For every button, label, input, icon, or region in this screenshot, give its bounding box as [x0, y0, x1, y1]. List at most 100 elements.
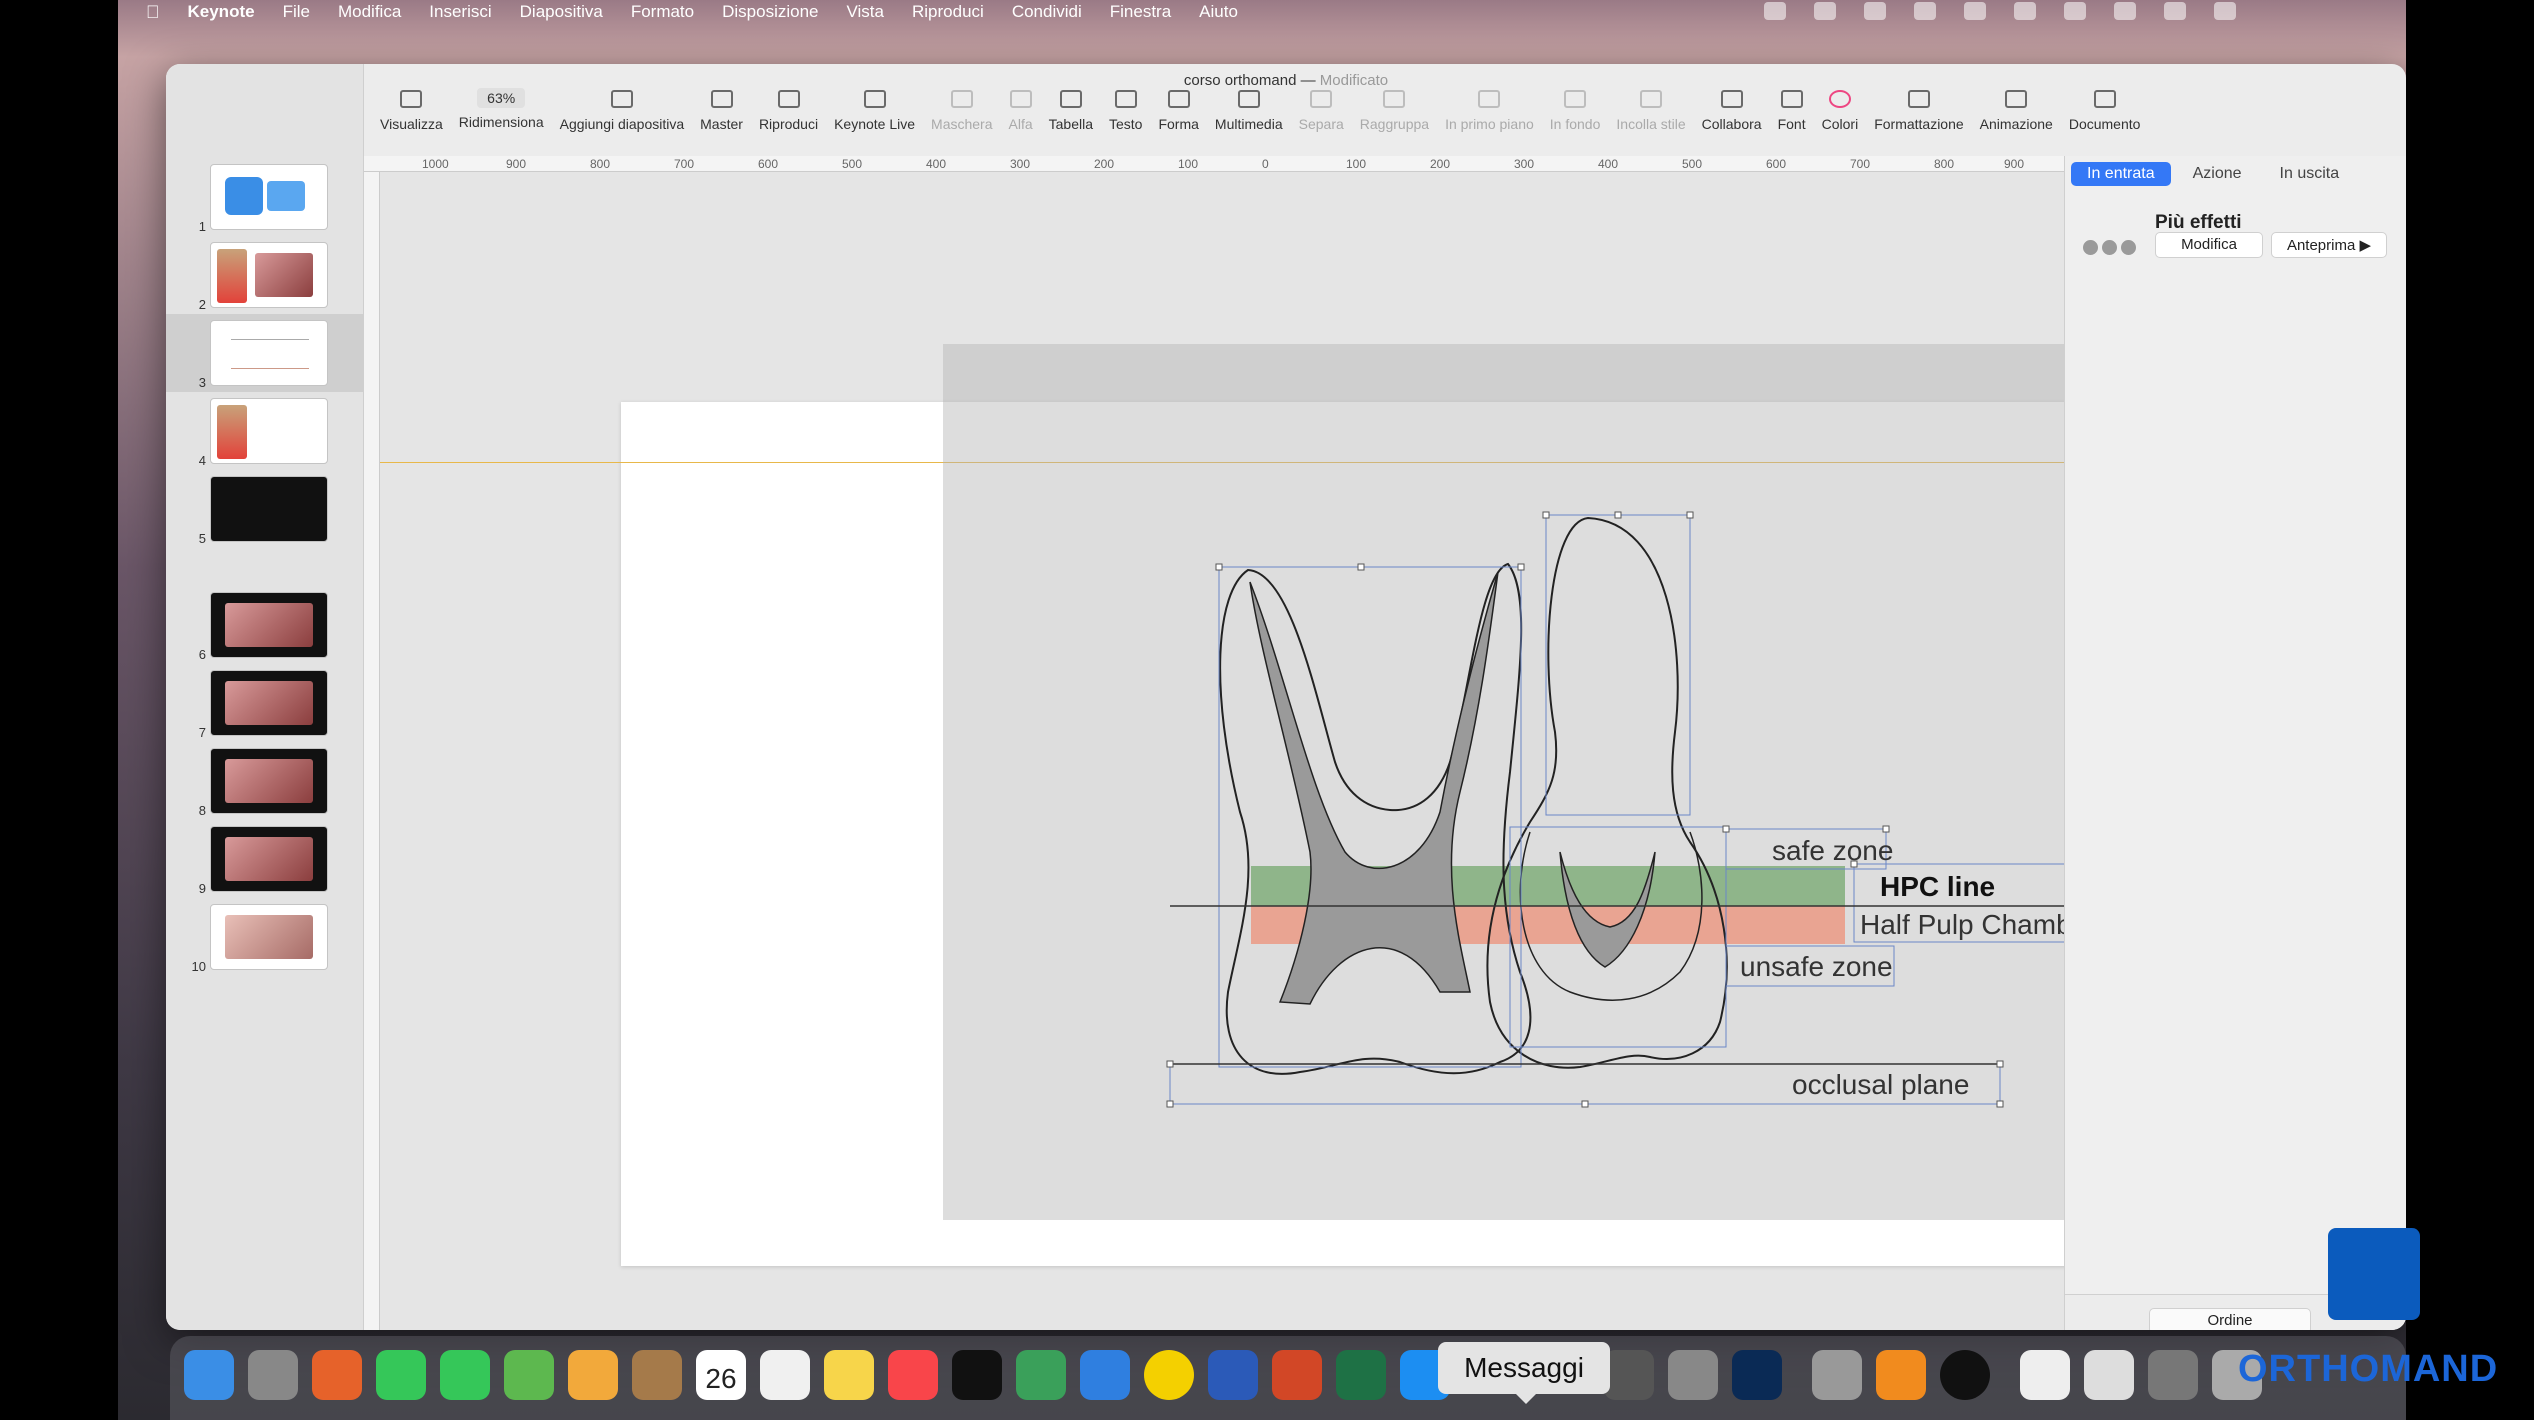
wifi-icon[interactable] — [2064, 2, 2086, 20]
preview-icon[interactable] — [1812, 1350, 1862, 1400]
menu-disposizione[interactable]: Disposizione — [722, 2, 818, 22]
contacts-icon[interactable] — [632, 1350, 682, 1400]
vlc-icon[interactable] — [1876, 1350, 1926, 1400]
status-icon[interactable] — [1914, 2, 1936, 20]
slide-thumbnail[interactable]: 2 — [166, 236, 364, 314]
menu-condividi[interactable]: Condividi — [1012, 2, 1082, 22]
keynote-icon[interactable] — [1080, 1350, 1130, 1400]
menu-finestra[interactable]: Finestra — [1110, 2, 1171, 22]
spotlight-icon[interactable] — [2114, 2, 2136, 20]
facetime-icon[interactable] — [376, 1350, 426, 1400]
slide-thumbnail[interactable]: 5 — [166, 470, 364, 548]
safe-zone-label[interactable]: safe zone — [1772, 835, 1893, 866]
modify-button[interactable]: Modifica — [2155, 232, 2263, 258]
half-pulp-chamber-label[interactable]: Half Pulp Chamber — [1860, 909, 2064, 940]
slide-thumbnail[interactable]: 1 — [166, 158, 364, 236]
occlusal-plane-label[interactable]: occlusal plane — [1792, 1069, 1969, 1100]
music-icon[interactable] — [888, 1350, 938, 1400]
font-button[interactable]: Font — [1770, 86, 1814, 144]
preview-button[interactable]: Anteprima ▶ — [2271, 232, 2387, 258]
powerpoint-icon[interactable] — [1272, 1350, 1322, 1400]
send-back-button[interactable]: In fondo — [1542, 86, 1609, 144]
control-center-icon[interactable] — [2164, 2, 2186, 20]
slide-thumbnail[interactable]: 4 — [166, 392, 364, 470]
firefox-icon[interactable] — [312, 1350, 362, 1400]
word-icon[interactable] — [1208, 1350, 1258, 1400]
photos-icon[interactable] — [568, 1350, 618, 1400]
slide-canvas[interactable]: safe zone HPC line Half Pulp Chamber uns… — [380, 172, 2155, 1330]
tab-build-out[interactable]: In uscita — [2264, 162, 2356, 186]
media-button[interactable]: Multimedia — [1207, 86, 1291, 144]
tab-action[interactable]: Azione — [2177, 162, 2258, 186]
slide-number: 4 — [198, 453, 206, 468]
mask-button[interactable]: Maschera — [923, 86, 1000, 144]
notes-icon[interactable] — [824, 1350, 874, 1400]
status-icon[interactable] — [1964, 2, 1986, 20]
text-button[interactable]: Testo — [1101, 86, 1150, 144]
menu-modifica[interactable]: Modifica — [338, 2, 401, 22]
collaborate-button[interactable]: Collabora — [1694, 86, 1770, 144]
view-button[interactable]: Visualizza — [372, 86, 451, 144]
slide-number: 3 — [198, 375, 206, 390]
scanner-icon[interactable] — [2148, 1350, 2198, 1400]
calendar-icon[interactable]: 26 — [696, 1350, 746, 1400]
menu-aiuto[interactable]: Aiuto — [1199, 2, 1238, 22]
menu-file[interactable]: File — [283, 2, 310, 22]
table-button[interactable]: Tabella — [1041, 86, 1101, 144]
system-app-icon[interactable] — [1604, 1350, 1654, 1400]
add-slide-button[interactable]: Aggiungi diapositiva — [552, 86, 693, 144]
document-button[interactable]: Documento — [2061, 86, 2149, 144]
order-button[interactable]: Ordine — [2149, 1308, 2311, 1330]
apple-tv-icon[interactable] — [952, 1350, 1002, 1400]
ungroup-button[interactable]: Separa — [1291, 86, 1352, 144]
finder-icon[interactable] — [184, 1350, 234, 1400]
bring-front-button[interactable]: In primo piano — [1437, 86, 1542, 144]
tab-build-in[interactable]: In entrata — [2071, 162, 2171, 186]
zoom-button[interactable]: 63% Ridimensiona — [451, 86, 552, 144]
alpha-button[interactable]: Alfa — [1001, 86, 1041, 144]
messages-icon[interactable] — [440, 1350, 490, 1400]
battery-icon[interactable] — [2014, 2, 2036, 20]
photoshop-icon[interactable] — [1732, 1350, 1782, 1400]
siri-icon[interactable] — [2214, 2, 2236, 20]
document-file-icon[interactable] — [2020, 1350, 2070, 1400]
menu-formato[interactable]: Formato — [631, 2, 694, 22]
group-button[interactable]: Raggruppa — [1352, 86, 1437, 144]
slide-thumbnail[interactable]: 8 — [166, 742, 364, 820]
dictionary-icon[interactable] — [1668, 1350, 1718, 1400]
launchpad-icon[interactable] — [248, 1350, 298, 1400]
slide-thumbnail-selected[interactable]: 3 — [166, 314, 364, 392]
colors-button[interactable]: Colori — [1814, 86, 1867, 144]
numbers-icon[interactable] — [1016, 1350, 1066, 1400]
shape-button[interactable]: Forma — [1150, 86, 1206, 144]
menu-diapositiva[interactable]: Diapositiva — [520, 2, 603, 22]
paste-style-button[interactable]: Incolla stile — [1608, 86, 1693, 144]
slide-thumbnail[interactable]: 10 — [166, 898, 364, 976]
slide-thumbnail[interactable]: 9 — [166, 820, 364, 898]
excel-icon[interactable] — [1336, 1350, 1386, 1400]
obs-icon[interactable] — [1940, 1350, 1990, 1400]
menu-vista[interactable]: Vista — [847, 2, 885, 22]
folder-icon[interactable] — [2084, 1350, 2134, 1400]
slide-thumbnail[interactable]: 7 — [166, 664, 364, 742]
reminders-icon[interactable] — [760, 1350, 810, 1400]
master-button[interactable]: Master — [692, 86, 751, 144]
arrow-app-icon[interactable] — [1144, 1350, 1194, 1400]
dropbox-icon[interactable] — [1814, 2, 1836, 20]
menu-inserisci[interactable]: Inserisci — [429, 2, 491, 22]
apple-menu-icon[interactable]:  — [146, 2, 160, 23]
status-icon[interactable] — [1864, 2, 1886, 20]
menu-riproduci[interactable]: Riproduci — [912, 2, 984, 22]
menu-app-name[interactable]: Keynote — [188, 2, 255, 22]
slide-number: 7 — [198, 725, 206, 740]
hpc-line-label[interactable]: HPC line — [1880, 871, 1995, 902]
status-icon[interactable] — [1764, 2, 1786, 20]
play-button[interactable]: Riproduci — [751, 86, 826, 144]
slide-thumbnail[interactable]: 6 — [166, 586, 364, 664]
animate-button[interactable]: Animazione — [1972, 86, 2061, 144]
premolar-outline[interactable] — [1486, 516, 1728, 1069]
format-button[interactable]: Formattazione — [1866, 86, 1971, 144]
maps-icon[interactable] — [504, 1350, 554, 1400]
unsafe-zone-label[interactable]: unsafe zone — [1740, 951, 1893, 982]
keynote-live-button[interactable]: Keynote Live — [826, 86, 923, 144]
